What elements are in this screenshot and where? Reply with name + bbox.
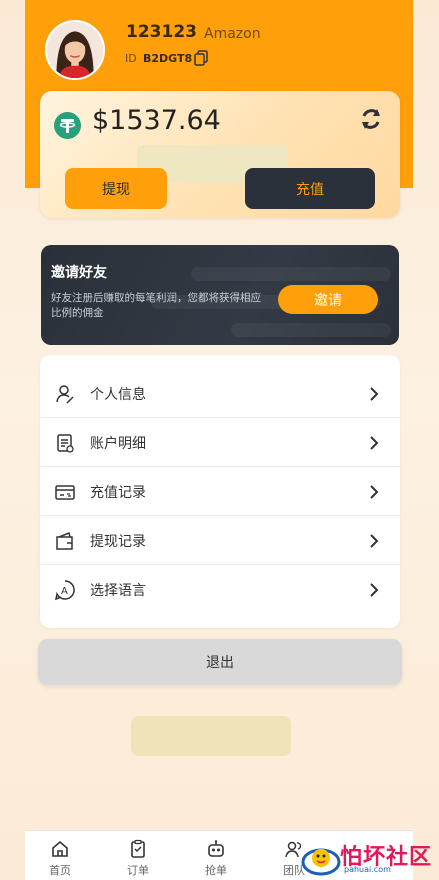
- tab-label: 抢单: [205, 864, 227, 877]
- menu-item-label: 选择语言: [90, 582, 146, 599]
- menu-item-withdraw-records[interactable]: 提现记录: [40, 516, 400, 565]
- clipboard-icon: [131, 839, 145, 858]
- svg-text:A: A: [61, 586, 68, 597]
- balance-amount: $1537.64: [92, 105, 221, 136]
- tab-label: 首页: [49, 864, 71, 877]
- wallet-icon: [56, 531, 73, 550]
- tab-orders[interactable]: 订单: [103, 831, 173, 880]
- decor-stripe: [191, 267, 391, 281]
- menu-item-label: 个人信息: [90, 386, 146, 403]
- decor-stripe: [231, 323, 391, 337]
- balance-card: $1537.64 提现 充值: [40, 91, 400, 218]
- invite-banner: 邀请好友 好友注册后赚取的每笔利润，您都将获得相应比例的佣金 邀请: [41, 245, 399, 345]
- language-icon: A: [54, 579, 75, 600]
- watermark-sub: pahuai.com: [344, 865, 391, 874]
- tab-grab-order[interactable]: 抢单: [181, 831, 251, 880]
- copy-icon[interactable]: [193, 50, 209, 66]
- logout-button[interactable]: 退出: [38, 639, 402, 685]
- chevron-right-icon: [370, 386, 379, 401]
- id-label: ID: [125, 52, 137, 65]
- chevron-right-icon: [370, 484, 379, 499]
- brand-name: Amazon: [204, 26, 261, 42]
- id-value: B2DGT8: [143, 52, 193, 65]
- home-icon: [52, 840, 68, 857]
- refresh-icon[interactable]: [358, 106, 384, 132]
- menu-item-account-details[interactable]: 账户明细: [40, 418, 400, 467]
- menu-item-label: 提现记录: [90, 533, 146, 550]
- chevron-right-icon: [370, 533, 379, 548]
- username: 123123: [126, 22, 197, 42]
- chevron-right-icon: [370, 582, 379, 597]
- chevron-right-icon: [370, 435, 379, 450]
- menu-item-label: 账户明细: [90, 435, 146, 452]
- card-record-icon: [55, 484, 75, 500]
- ledger-icon: [57, 433, 74, 453]
- usdt-icon: [54, 112, 81, 139]
- avatar[interactable]: [45, 20, 105, 80]
- invite-description: 好友注册后赚取的每笔利润，您都将获得相应比例的佣金: [51, 292, 261, 319]
- user-edit-icon: [56, 384, 74, 404]
- tab-label: 订单: [127, 864, 149, 877]
- menu-item-language[interactable]: A 选择语言: [40, 565, 400, 614]
- tab-home[interactable]: 首页: [25, 831, 95, 880]
- settings-menu: 个人信息 账户明细 充值记录 提现记录 A 选择语言: [40, 355, 400, 628]
- invite-title: 邀请好友: [51, 265, 107, 281]
- menu-item-recharge-records[interactable]: 充值记录: [40, 467, 400, 516]
- watermark: 怕坏社区 pahuai.com: [300, 838, 439, 880]
- withdraw-button[interactable]: 提现: [65, 168, 167, 209]
- watermark-logo-icon: [301, 848, 341, 876]
- invite-button[interactable]: 邀请: [278, 285, 378, 314]
- robot-icon: [208, 840, 224, 857]
- recharge-button[interactable]: 充值: [245, 168, 375, 209]
- menu-item-profile[interactable]: 个人信息: [40, 369, 400, 418]
- menu-item-label: 充值记录: [90, 484, 146, 501]
- redacted-area: [131, 716, 291, 756]
